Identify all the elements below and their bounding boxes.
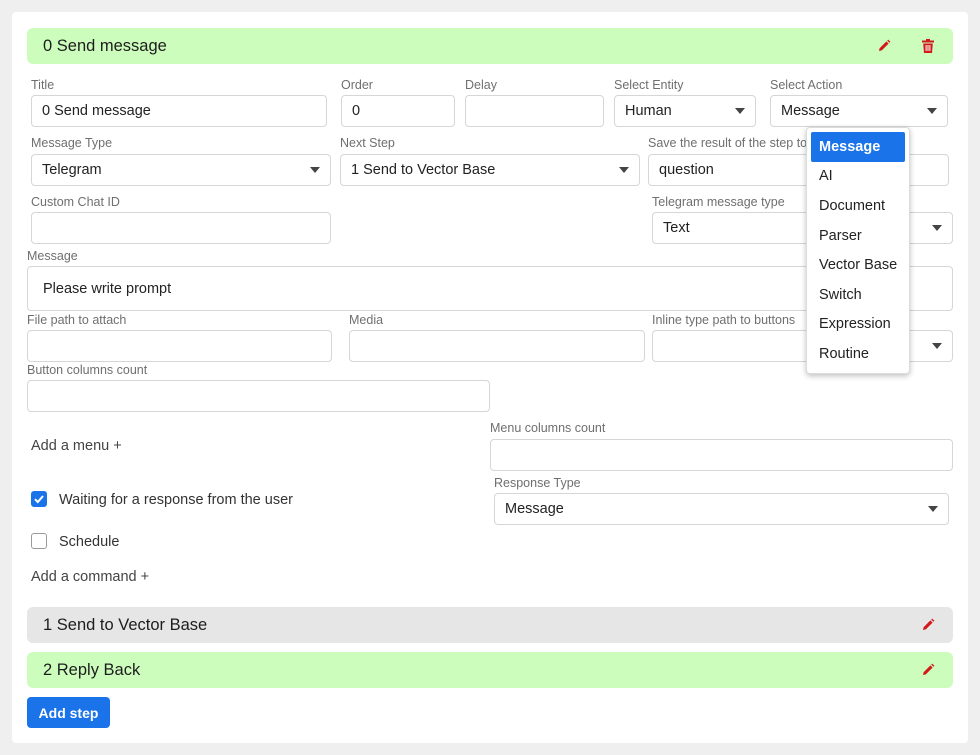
menu-columns-input[interactable]: [490, 439, 953, 471]
delay-input[interactable]: [465, 95, 604, 127]
chevron-down-icon: [932, 343, 942, 349]
order-label: Order: [341, 78, 373, 92]
trash-icon[interactable]: [920, 38, 936, 54]
select-action-value: Message: [781, 103, 840, 119]
save-result-label: Save the result of the step to: [648, 136, 808, 150]
file-path-input[interactable]: [27, 330, 332, 362]
delay-label: Delay: [465, 78, 497, 92]
schedule-label: Schedule: [59, 534, 120, 550]
chevron-down-icon: [927, 108, 937, 114]
add-menu-link[interactable]: Add a menu +: [31, 438, 122, 454]
message-type-label: Message Type: [31, 136, 113, 150]
next-step-value: 1 Send to Vector Base: [351, 162, 496, 178]
chevron-down-icon: [735, 108, 745, 114]
schedule-checkbox[interactable]: [31, 533, 47, 549]
media-input[interactable]: [349, 330, 645, 362]
select-entity-value: Human: [625, 103, 672, 119]
select-action-dropdown[interactable]: Message: [770, 95, 948, 127]
menu-option-parser[interactable]: Parser: [811, 221, 905, 251]
check-icon: [34, 495, 44, 504]
add-command-link[interactable]: Add a command +: [31, 569, 149, 585]
menu-option-routine[interactable]: Routine: [811, 339, 905, 369]
select-entity-label: Select Entity: [614, 78, 684, 92]
message-label: Message: [27, 249, 78, 263]
step-header-send-message[interactable]: 0 Send message: [27, 28, 953, 64]
waiting-response-label: Waiting for a response from the user: [59, 492, 293, 508]
menu-columns-label: Menu columns count: [490, 421, 606, 435]
message-type-value: Telegram: [42, 162, 102, 178]
menu-option-ai[interactable]: AI: [811, 162, 905, 192]
inline-path-label: Inline type path to buttons: [652, 313, 796, 327]
step-title: 1 Send to Vector Base: [43, 615, 208, 634]
button-columns-input[interactable]: [27, 380, 490, 412]
add-step-button[interactable]: Add step: [27, 697, 110, 728]
menu-option-document[interactable]: Document: [811, 191, 905, 221]
chevron-down-icon: [310, 167, 320, 173]
step-title: 0 Send message: [43, 36, 167, 55]
step-title: 2 Reply Back: [43, 660, 141, 679]
menu-option-switch[interactable]: Switch: [811, 280, 905, 310]
step-header-send-to-vector-base[interactable]: 1 Send to Vector Base: [27, 607, 953, 643]
menu-option-message[interactable]: Message: [811, 132, 905, 162]
next-step-label: Next Step: [340, 136, 395, 150]
next-step-dropdown[interactable]: 1 Send to Vector Base: [340, 154, 640, 186]
response-type-dropdown[interactable]: Message: [494, 493, 949, 525]
message-type-dropdown[interactable]: Telegram: [31, 154, 331, 186]
select-action-menu: Message AI Document Parser Vector Base S…: [806, 127, 910, 374]
chevron-down-icon: [932, 225, 942, 231]
menu-option-vector-base[interactable]: Vector Base: [811, 250, 905, 280]
chevron-down-icon: [619, 167, 629, 173]
step-header-reply-back[interactable]: 2 Reply Back: [27, 652, 953, 688]
tg-message-type-value: Text: [663, 220, 690, 236]
response-type-value: Message: [505, 501, 564, 517]
chevron-down-icon: [928, 506, 938, 512]
custom-chat-id-input[interactable]: [31, 212, 331, 244]
tg-message-type-label: Telegram message type: [652, 195, 785, 209]
menu-option-expression[interactable]: Expression: [811, 310, 905, 340]
order-input[interactable]: 0: [341, 95, 455, 127]
media-label: Media: [349, 313, 384, 327]
pencil-icon[interactable]: [876, 38, 892, 54]
pencil-icon[interactable]: [920, 617, 936, 633]
custom-chat-id-label: Custom Chat ID: [31, 195, 120, 209]
select-entity-dropdown[interactable]: Human: [614, 95, 756, 127]
select-action-label: Select Action: [770, 78, 843, 92]
file-path-label: File path to attach: [27, 313, 127, 327]
title-label: Title: [31, 78, 55, 92]
pencil-icon[interactable]: [920, 662, 936, 678]
title-input[interactable]: 0 Send message: [31, 95, 327, 127]
response-type-label: Response Type: [494, 476, 581, 490]
waiting-response-checkbox[interactable]: [31, 491, 47, 507]
button-columns-label: Button columns count: [27, 363, 148, 377]
